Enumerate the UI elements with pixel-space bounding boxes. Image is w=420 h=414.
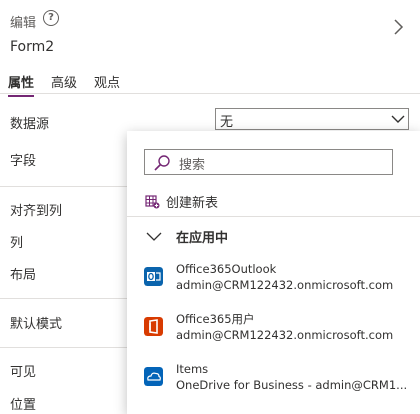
- chevron-down-icon: [146, 232, 162, 241]
- list-item-office365users[interactable]: Office365用户 admin@CRM122432.onmicrosoft.…: [144, 311, 393, 343]
- prop-default-mode: 默认模式: [10, 317, 63, 332]
- create-new-table-button[interactable]: 创建新表: [145, 192, 218, 211]
- list-item-office365outlook[interactable]: Office365Outlook admin@CRM122432.onmicro…: [144, 261, 393, 293]
- chevron-down-icon: [391, 115, 405, 123]
- datasource-select-value: 无: [220, 115, 234, 130]
- item-title: Office365用户: [176, 312, 255, 326]
- onedrive-icon: [144, 367, 163, 386]
- edit-label: 编辑: [10, 16, 37, 31]
- list-item-items[interactable]: Items OneDrive for Business - admin@CRM1…: [144, 361, 407, 393]
- item-subtitle: admin@CRM122432.onmicrosoft.com: [176, 278, 394, 292]
- item-title: Items: [176, 362, 209, 376]
- prop-position: 位置: [10, 398, 37, 413]
- prop-columns: 列: [10, 236, 24, 251]
- group-in-app-label: 在应用中: [176, 231, 229, 246]
- form-name: Form2: [10, 39, 55, 55]
- help-icon[interactable]: ?: [43, 10, 59, 26]
- item-subtitle: admin@CRM122432.onmicrosoft.com: [176, 328, 394, 342]
- item-title: Office365Outlook: [176, 262, 277, 276]
- search-icon: [154, 155, 170, 171]
- prop-visible: 可见: [10, 365, 37, 380]
- prop-layout: 布局: [10, 268, 37, 283]
- table-add-icon: [145, 194, 160, 208]
- group-in-app[interactable]: 在应用中: [146, 227, 228, 246]
- chevron-right-icon[interactable]: [388, 17, 408, 37]
- prop-snap-to-columns: 对齐到列: [10, 204, 63, 219]
- search-input[interactable]: 搜索: [144, 149, 393, 175]
- datasource-select[interactable]: 无: [215, 108, 409, 130]
- prop-fields: 字段: [10, 154, 37, 169]
- tab-divider: [0, 93, 420, 94]
- office-icon: [144, 317, 163, 336]
- create-new-table-label: 创建新表: [166, 196, 219, 211]
- outlook-icon: [144, 267, 163, 286]
- dropdown-divider: [127, 216, 420, 217]
- prop-datasource: 数据源: [10, 117, 50, 132]
- datasource-dropdown: 搜索 创建新表 在应用中 Office365Outlook admin@CRM1…: [127, 131, 420, 414]
- search-placeholder: 搜索: [179, 158, 206, 173]
- item-subtitle: OneDrive for Business - admin@CRM1...: [176, 378, 408, 392]
